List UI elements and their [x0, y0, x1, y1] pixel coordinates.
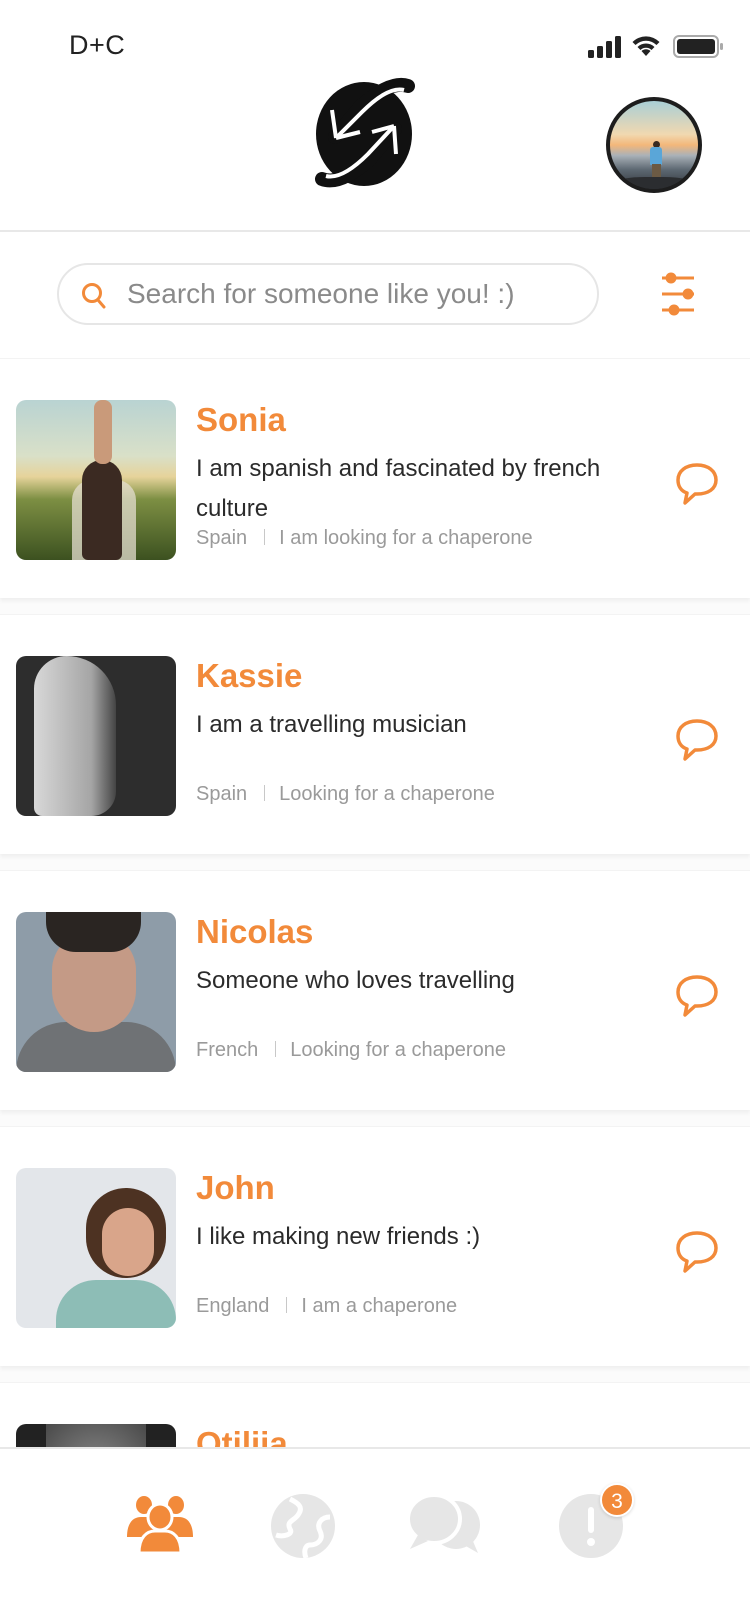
person-card[interactable]: Nicolas Someone who loves travelling Fre…: [0, 870, 750, 1110]
chat-bubble-icon[interactable]: [674, 717, 720, 763]
person-meta: Spain I am looking for a chaperone: [196, 527, 533, 550]
person-photo: [16, 1424, 176, 1447]
person-photo: [16, 656, 176, 816]
meta-divider: [286, 1297, 288, 1313]
person-status: I am a chaperone: [301, 1295, 458, 1317]
person-country: Spain: [196, 783, 248, 805]
status-bar: D+C: [0, 0, 750, 70]
search-input[interactable]: [127, 265, 587, 323]
meta-divider: [264, 785, 266, 801]
person-photo: [16, 1168, 176, 1328]
person-status: I am looking for a chaperone: [279, 527, 533, 549]
person-photo: [16, 912, 176, 1072]
person-name[interactable]: John: [196, 1169, 275, 1207]
person-bio: I like making new friends :): [196, 1223, 481, 1250]
person-meta: French Looking for a chaperone: [196, 1039, 506, 1062]
wifi-icon: [632, 36, 660, 56]
sliders-filter-icon[interactable]: [656, 270, 700, 316]
person-card[interactable]: Otilija: [0, 1382, 750, 1447]
person-photo: [16, 400, 176, 560]
people-group-icon: [127, 1496, 193, 1555]
chat-bubble-icon[interactable]: [674, 461, 720, 507]
person-country: Spain: [196, 527, 248, 549]
people-list[interactable]: Sonia I am spanish and fascinated by fre…: [0, 358, 750, 1447]
search-area: [0, 234, 750, 358]
person-bio: Someone who loves travelling: [196, 967, 515, 994]
person-bio: I am spanish and fascinated by french cu…: [196, 455, 601, 522]
person-country: England: [196, 1295, 270, 1317]
person-card[interactable]: Sonia I am spanish and fascinated by fre…: [0, 358, 750, 598]
search-bar[interactable]: [57, 263, 599, 325]
person-status: Looking for a chaperone: [290, 1039, 506, 1061]
search-icon: [82, 283, 106, 309]
person-meta: England I am a chaperone: [196, 1295, 457, 1318]
profile-avatar[interactable]: [606, 97, 702, 193]
person-name[interactable]: Kassie: [196, 657, 302, 695]
carrier-label: D+C: [69, 30, 126, 60]
person-name[interactable]: Nicolas: [196, 913, 313, 951]
orbit-arrows-logo-icon: [315, 78, 415, 188]
chat-bubble-icon[interactable]: [674, 1229, 720, 1275]
person-meta: Spain Looking for a chaperone: [196, 783, 495, 806]
chat-bubble-icon[interactable]: [674, 973, 720, 1019]
nav-notifications-tab[interactable]: 3: [556, 1483, 634, 1561]
meta-divider: [264, 529, 266, 545]
app-header: [0, 70, 750, 232]
bottom-navigation: 3: [0, 1447, 750, 1624]
person-country: French: [196, 1039, 259, 1061]
notification-count-badge: 3: [600, 1483, 634, 1517]
person-card[interactable]: Kassie I am a travelling musician Spain L…: [0, 614, 750, 854]
cellular-signal-icon: [588, 36, 621, 58]
nav-explore-tab[interactable]: [268, 1491, 338, 1561]
person-bio: I am a travelling musician: [196, 711, 467, 738]
person-name[interactable]: Sonia: [196, 401, 286, 439]
nav-messages-tab[interactable]: [404, 1491, 480, 1561]
globe-icon: [271, 1494, 335, 1559]
person-status: Looking for a chaperone: [279, 783, 495, 805]
person-card[interactable]: John I like making new friends :) Englan…: [0, 1126, 750, 1366]
person-name[interactable]: Otilija: [196, 1425, 288, 1447]
nav-people-tab[interactable]: [125, 1491, 195, 1561]
meta-divider: [275, 1041, 277, 1057]
chat-bubbles-icon: [406, 1493, 480, 1553]
battery-full-icon: [673, 35, 723, 58]
